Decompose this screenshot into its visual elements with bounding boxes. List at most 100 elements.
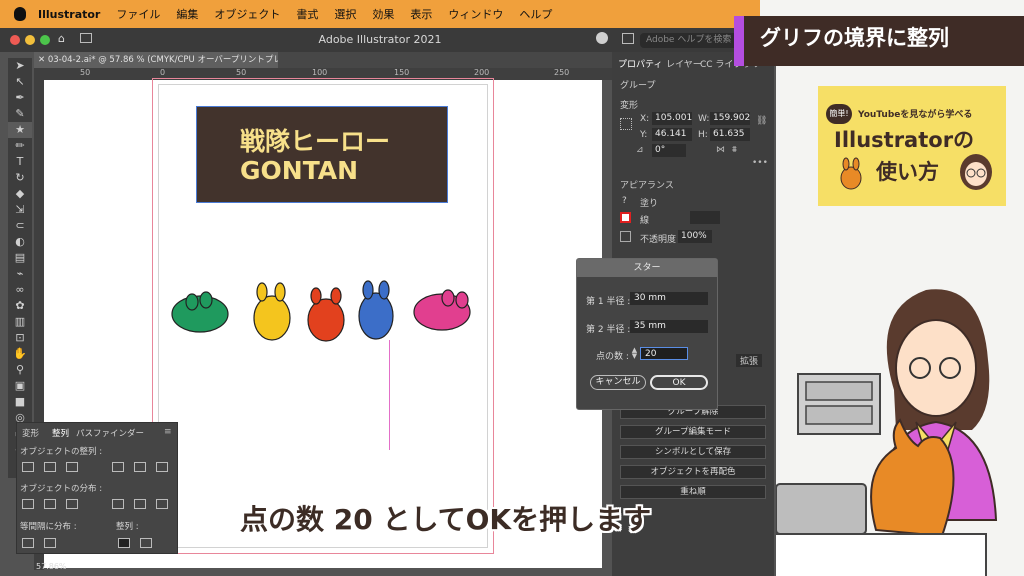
menu-illustrator[interactable]: Illustrator <box>38 8 100 21</box>
distribute-hspace-icon[interactable] <box>44 538 56 548</box>
expand-button[interactable]: 拡張 <box>736 354 763 367</box>
character-red[interactable] <box>307 287 345 342</box>
w-field[interactable]: 159.902 <box>710 112 750 125</box>
share-icon[interactable] <box>596 32 608 44</box>
selection-tool-icon[interactable]: ➤ <box>8 58 32 74</box>
more-options-icon[interactable]: ••• <box>752 158 768 168</box>
tab-pathfinder[interactable]: パスファインダー <box>76 427 144 439</box>
distribute-center-icon[interactable] <box>44 499 56 509</box>
align-to-key-object-icon[interactable] <box>118 538 130 548</box>
x-field[interactable]: 105.001 <box>652 112 692 125</box>
menu-edit[interactable]: 編集 <box>176 6 198 22</box>
apple-icon[interactable] <box>14 7 26 21</box>
menu-type[interactable]: 書式 <box>296 6 318 22</box>
fill-stroke-swatch-icon[interactable]: ▣ <box>8 378 32 394</box>
opacity-field[interactable]: 100% <box>678 230 712 243</box>
character-yellow[interactable] <box>253 282 291 341</box>
blend-tool-icon[interactable]: ∞ <box>8 282 32 298</box>
points-field[interactable]: 20 <box>640 347 688 360</box>
character-row[interactable] <box>166 276 478 356</box>
title-text-line1[interactable]: 戦隊ヒーロー <box>240 122 390 158</box>
cancel-button[interactable]: キャンセル <box>590 375 646 390</box>
scale-tool-icon[interactable]: ⇲ <box>8 202 32 218</box>
distribute-bottom-icon[interactable] <box>66 499 78 509</box>
tab-transform[interactable]: 変形 <box>22 427 39 439</box>
arrange-documents-icon[interactable] <box>622 33 634 44</box>
radius1-field[interactable]: 30 mm <box>630 292 708 305</box>
gradient-tool-icon[interactable]: ▤ <box>8 250 32 266</box>
align-center-vertical-icon[interactable] <box>134 462 146 472</box>
character-blue[interactable] <box>358 280 394 340</box>
align-to-artboard-icon[interactable] <box>140 538 152 548</box>
document-tab[interactable]: ✕ 03-04-2.ai* @ 57.86 % (CMYK/CPU オーバープリ… <box>34 52 278 68</box>
close-window-button[interactable] <box>10 35 20 45</box>
star-tool-icon[interactable]: ★ <box>8 122 32 138</box>
menu-file[interactable]: ファイル <box>116 6 160 22</box>
type-tool-icon[interactable]: T <box>8 154 32 170</box>
distribute-left-icon[interactable] <box>112 499 124 509</box>
flip-horizontal-icon[interactable]: ⋈ <box>716 145 725 155</box>
eyedropper-tool-icon[interactable]: ⌁ <box>8 266 32 282</box>
distribute-hcenter-icon[interactable] <box>134 499 146 509</box>
menu-view[interactable]: 表示 <box>410 6 432 22</box>
menu-help[interactable]: ヘルプ <box>519 6 552 22</box>
menu-object[interactable]: オブジェクト <box>214 6 280 22</box>
title-text-line2[interactable]: GONTAN <box>240 156 358 185</box>
color-mode-icon[interactable]: ■ <box>8 394 32 410</box>
zoom-level[interactable]: 57.86% <box>36 562 67 571</box>
menu-window[interactable]: ウィンドウ <box>448 6 503 22</box>
recolor-artwork-button[interactable]: オブジェクトを再配色 <box>620 465 766 479</box>
align-center-horizontal-icon[interactable] <box>44 462 56 472</box>
close-tab-icon[interactable]: ✕ <box>38 55 48 65</box>
hand-tool-icon[interactable]: ✋ <box>8 346 32 362</box>
curvature-tool-icon[interactable]: ✎ <box>8 106 32 122</box>
character-green[interactable] <box>171 291 229 333</box>
graph-tool-icon[interactable]: ▥ <box>8 314 32 330</box>
pen-tool-icon[interactable]: ✒ <box>8 90 32 106</box>
menu-select[interactable]: 選択 <box>334 6 356 22</box>
h-field[interactable]: 61.635 <box>710 128 750 141</box>
brand-mascot-icon <box>840 157 862 190</box>
isolate-group-button[interactable]: グループ編集モード <box>620 425 766 439</box>
fill-swatch-icon[interactable]: ? <box>622 196 627 206</box>
tab-layers[interactable]: レイヤー <box>666 57 702 70</box>
constrain-proportions-icon[interactable]: ⛓ <box>756 116 767 126</box>
arrange-button[interactable]: 重ね順 <box>620 485 766 499</box>
distribute-top-icon[interactable] <box>22 499 34 509</box>
save-as-symbol-button[interactable]: シンボルとして保存 <box>620 445 766 459</box>
align-top-icon[interactable] <box>112 462 124 472</box>
menu-effect[interactable]: 効果 <box>372 6 394 22</box>
maximize-window-button[interactable] <box>40 35 50 45</box>
workspace-layout-icon[interactable] <box>80 33 92 43</box>
y-label: Y: <box>640 130 648 140</box>
points-stepper-icon[interactable]: ▲ ▼ <box>630 347 639 360</box>
minimize-window-button[interactable] <box>25 35 35 45</box>
pencil-tool-icon[interactable]: ✏ <box>8 138 32 154</box>
y-field[interactable]: 46.141 <box>652 128 692 141</box>
rotate-tool-icon[interactable]: ↻ <box>8 170 32 186</box>
artboard-tool-icon[interactable]: ⊡ <box>8 330 32 346</box>
rotate-field[interactable]: 0° <box>652 144 686 157</box>
direct-selection-tool-icon[interactable]: ↖ <box>8 74 32 90</box>
eraser-tool-icon[interactable]: ◆ <box>8 186 32 202</box>
flip-vertical-icon[interactable]: ⩩ <box>732 145 737 155</box>
stroke-swatch-icon[interactable] <box>620 212 631 223</box>
radius2-field[interactable]: 35 mm <box>630 320 708 333</box>
zoom-tool-icon[interactable]: ⚲ <box>8 362 32 378</box>
shape-builder-tool-icon[interactable]: ◐ <box>8 234 32 250</box>
symbol-sprayer-tool-icon[interactable]: ✿ <box>8 298 32 314</box>
reference-point-icon[interactable] <box>620 118 632 130</box>
home-icon[interactable]: ⌂ <box>58 32 70 45</box>
stroke-weight-field[interactable] <box>690 211 720 224</box>
ok-button[interactable]: OK <box>650 375 708 390</box>
panel-menu-icon[interactable]: ≡ <box>164 427 172 437</box>
align-bottom-icon[interactable] <box>156 462 168 472</box>
tab-properties[interactable]: プロパティ <box>618 57 662 70</box>
width-tool-icon[interactable]: ⊂ <box>8 218 32 234</box>
align-left-icon[interactable] <box>22 462 34 472</box>
distribute-vspace-icon[interactable] <box>22 538 34 548</box>
character-pink[interactable] <box>413 289 471 331</box>
distribute-right-icon[interactable] <box>156 499 168 509</box>
tab-align[interactable]: 整列 <box>52 427 69 439</box>
align-right-icon[interactable] <box>66 462 78 472</box>
